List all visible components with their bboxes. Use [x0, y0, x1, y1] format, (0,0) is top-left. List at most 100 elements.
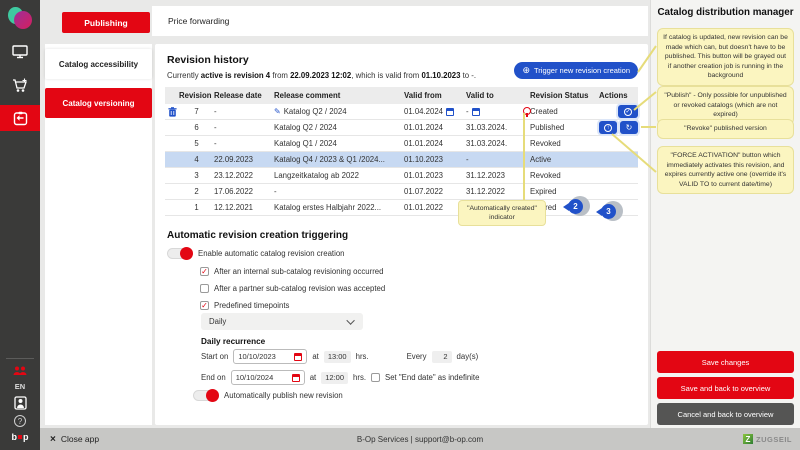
table-header-row: Revision Release date Release comment Va…: [165, 87, 638, 104]
enable-auto-toggle[interactable]: [167, 248, 193, 259]
calendar-icon[interactable]: [446, 108, 454, 116]
tab-price-forwarding[interactable]: Price forwarding: [168, 16, 229, 26]
sidebar-item-monitor[interactable]: [0, 40, 40, 64]
hrs-label: hrs.: [356, 352, 369, 361]
bop-logo-dot: [18, 435, 22, 439]
cell-revision: 1: [179, 203, 214, 212]
monitor-icon: [12, 45, 28, 59]
sidebar-item-cart[interactable]: [0, 73, 40, 97]
table-row-active[interactable]: 4 22.09.2023 Katalog Q4 / 2023 & Q1 /202…: [165, 152, 638, 168]
language-switcher[interactable]: EN: [15, 382, 25, 391]
predefined-timepoints-checkbox[interactable]: ✓: [200, 301, 209, 310]
end-time-input[interactable]: 12:00: [321, 372, 348, 384]
every-days-input[interactable]: 2: [432, 351, 452, 363]
cell-valid-from: 01.01.2024: [404, 123, 443, 132]
save-back-button[interactable]: Save and back to overview: [657, 377, 794, 399]
sidebar-item-help[interactable]: ?: [0, 414, 40, 428]
cell-revision: 4: [179, 155, 214, 164]
screen: EN ? b p Publishing Price forwarding Cat…: [0, 0, 800, 450]
table-row[interactable]: 5 - Katalog Q1 / 2024 01.01.2024 31.03.2…: [165, 136, 638, 152]
tab-publishing[interactable]: Publishing: [62, 12, 150, 33]
zugseil-wordmark: ZUGSEIL: [756, 435, 792, 444]
cell-comment: Katalog erstes Halbjahr 2022...: [274, 203, 381, 212]
auto-publish-toggle[interactable]: [193, 390, 219, 401]
help-icon: ?: [14, 415, 26, 427]
callout-badge-number: 2: [568, 199, 583, 214]
subnav-catalog-versioning[interactable]: Catalog versioning: [45, 88, 152, 118]
cell-status: Published: [530, 123, 599, 132]
col-revision: Revision: [179, 91, 214, 100]
profile-icon: [14, 396, 27, 410]
revoke-icon: ↑: [604, 124, 612, 132]
cell-comment: Katalog Q1 / 2024: [274, 139, 337, 148]
sidebar-item-catalog-distribution[interactable]: [0, 105, 40, 131]
sidebar-item-profile[interactable]: [0, 394, 40, 412]
cell-valid-to: -: [466, 107, 469, 116]
enable-auto-label: Enable automatic catalog revision creati…: [198, 249, 345, 258]
calendar-icon[interactable]: [294, 353, 302, 361]
chevron-down-icon: [346, 316, 354, 324]
subtitle-text: Currently: [167, 71, 201, 80]
end-date-input[interactable]: 10/10/2024: [231, 370, 305, 385]
table-row[interactable]: 7 - ✎Katalog Q2 / 2024 01.04.2024 - Crea…: [165, 104, 638, 120]
catalog-versioning-panel: Revision history Currently active is rev…: [155, 44, 648, 425]
timepoint-frequency-select[interactable]: Daily: [201, 313, 363, 330]
col-release-comment: Release comment: [274, 91, 404, 100]
table-row[interactable]: 3 23.12.2022 Langzeitkatalog ab 2022 01.…: [165, 168, 638, 184]
annotation-panel-title: Catalog distribution manager: [651, 7, 800, 18]
trigger-button-label: Trigger new revision creation: [534, 66, 630, 75]
footer-support-text: B-Op Services | support@b-op.com: [40, 435, 800, 444]
col-valid-to: Valid to: [466, 91, 530, 100]
trash-icon: [168, 107, 177, 117]
revoke-button[interactable]: ↑: [599, 121, 617, 134]
partner-subcatalog-checkbox[interactable]: [200, 284, 209, 293]
end-on-label: End on: [201, 373, 226, 382]
col-release-date: Release date: [214, 91, 274, 100]
cell-valid-from: 01.01.2024: [404, 139, 443, 148]
note-trigger-revision: If catalog is updated, new revision can …: [657, 28, 794, 86]
internal-subcatalog-label: After an internal sub-catalog revisionin…: [214, 267, 383, 276]
cart-icon: [12, 78, 28, 93]
publish-check-icon: ✓: [624, 108, 632, 116]
cell-revision: 2: [179, 187, 214, 196]
calendar-icon[interactable]: [292, 374, 300, 382]
cell-revision: 5: [179, 139, 214, 148]
auto-publish-label: Automatically publish new revision: [224, 391, 343, 400]
table-row[interactable]: 6 - Katalog Q2 / 2024 01.01.2024 31.03.2…: [165, 120, 638, 136]
auto-created-annotation: "Automatically created" indicator: [458, 200, 546, 226]
calendar-icon[interactable]: [472, 108, 480, 116]
cell-status: Expired: [530, 187, 599, 196]
col-actions: Actions: [599, 91, 638, 100]
cell-revision: 6: [179, 123, 214, 132]
delete-revision-button[interactable]: [165, 107, 179, 117]
cell-status: Created: [530, 107, 599, 116]
subtitle-bold: 22.09.2023 12:02: [290, 71, 351, 80]
subnav-catalog-accessibility[interactable]: Catalog accessibility: [45, 49, 152, 79]
internal-subcatalog-checkbox[interactable]: ✓: [200, 267, 209, 276]
cell-valid-from: 01.07.2022: [404, 187, 443, 196]
cancel-back-button[interactable]: Cancel and back to overview: [657, 403, 794, 425]
annotation-panel: Catalog distribution manager If catalog …: [650, 0, 800, 428]
save-changes-button[interactable]: Save changes: [657, 351, 794, 373]
at-label: at: [312, 352, 319, 361]
cell-comment: Langzeitkatalog ab 2022: [274, 171, 359, 180]
publish-button[interactable]: ✓: [618, 105, 638, 118]
bop-logo-b: b: [12, 432, 18, 442]
sidebar-divider: [6, 358, 34, 359]
start-date-input[interactable]: 10/10/2023: [233, 349, 307, 364]
partner-subcatalog-label: After a partner sub-catalog revision was…: [214, 284, 385, 293]
force-activation-button[interactable]: ↻: [620, 121, 638, 134]
force-activation-icon: ↻: [626, 123, 633, 132]
sidebar-item-team[interactable]: [0, 363, 40, 379]
trigger-new-revision-button[interactable]: ⊕ Trigger new revision creation: [514, 62, 638, 79]
indefinite-end-checkbox[interactable]: [371, 373, 380, 382]
cell-release-date: 23.12.2022: [214, 171, 274, 180]
edit-comment-icon[interactable]: ✎: [274, 107, 281, 116]
start-time-input[interactable]: 13:00: [324, 351, 351, 363]
callout-badge-3: 3: [601, 201, 623, 223]
cell-valid-from: 01.10.2023: [404, 155, 443, 164]
start-on-label: Start on: [201, 352, 228, 361]
start-date-value: 10/10/2023: [238, 352, 276, 361]
cell-comment: Katalog Q4 / 2023 & Q1 /2024...: [274, 155, 385, 164]
at-label: at: [310, 373, 317, 382]
